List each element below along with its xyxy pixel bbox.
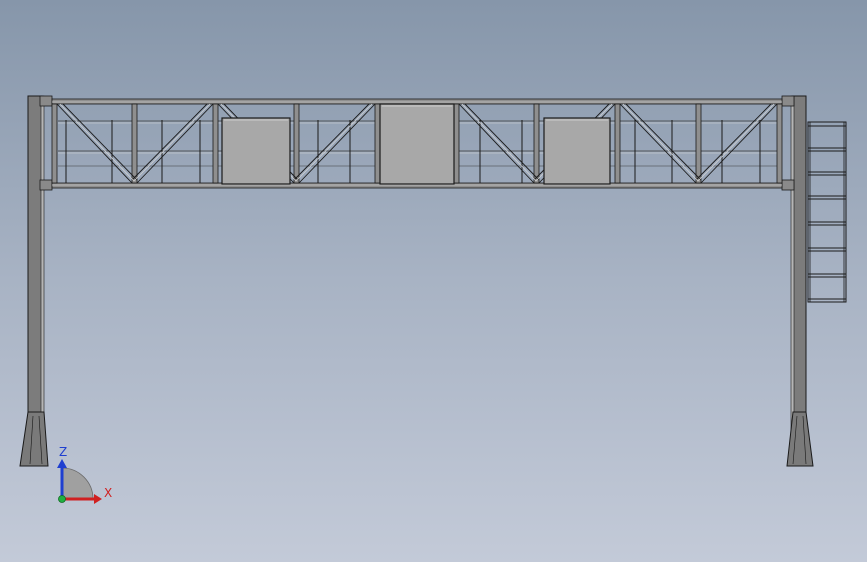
side-ladder-rack[interactable] (807, 121, 847, 303)
left-sign-panel[interactable] (221, 117, 291, 185)
left-column[interactable] (19, 95, 49, 467)
x-axis-label: X (104, 486, 112, 500)
z-axis-arrowhead (57, 459, 67, 468)
y-axis-dot (58, 495, 66, 503)
center-sign-panel[interactable] (379, 103, 455, 185)
right-sign-panel[interactable] (543, 117, 611, 185)
graphics-viewport[interactable]: Z X (0, 0, 867, 562)
z-axis-label: Z (59, 445, 67, 459)
x-axis-arrowhead (94, 494, 102, 504)
triad-quadrant-shape (61, 467, 94, 500)
coordinate-triad: Z X (57, 445, 112, 504)
